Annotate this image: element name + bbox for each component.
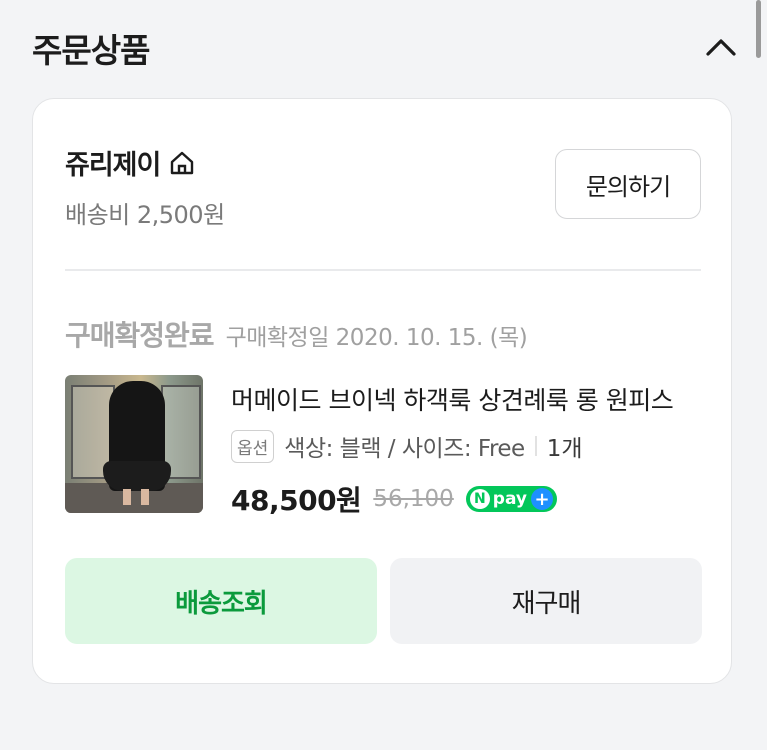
order-status-row: 구매확정완료 구매확정일 2020. 10. 15. (목) bbox=[65, 314, 528, 354]
collapse-button[interactable] bbox=[700, 30, 742, 68]
product-name[interactable]: 머메이드 브이넥 하객룩 상견례룩 롱 원피스 bbox=[231, 381, 701, 417]
chevron-up-icon bbox=[705, 37, 737, 61]
home-icon[interactable] bbox=[168, 149, 196, 177]
npay-label: pay bbox=[492, 489, 527, 509]
option-badge: 옵션 bbox=[231, 429, 275, 463]
npay-n-icon: N bbox=[469, 489, 490, 509]
order-status: 구매확정완료 bbox=[65, 319, 215, 352]
seller-name[interactable]: 쥬리제이 bbox=[65, 143, 161, 182]
product-thumbnail[interactable] bbox=[65, 375, 203, 513]
price: 48,500원 bbox=[231, 484, 362, 517]
plus-icon: + bbox=[531, 488, 553, 510]
divider bbox=[65, 269, 701, 271]
original-price: 56,100 bbox=[373, 486, 454, 512]
quantity: 1개 bbox=[546, 436, 583, 462]
confirm-date: 구매확정일 2020. 10. 15. (목) bbox=[225, 325, 528, 351]
price-row: 48,500원 56,100 N pay + bbox=[231, 479, 557, 519]
option-row: 옵션 색상: 블랙 / 사이즈: Free 1개 bbox=[231, 429, 583, 463]
npay-plus-badge: N pay + bbox=[465, 486, 557, 512]
shipping-fee: 배송비 2,500원 bbox=[65, 201, 225, 229]
rebuy-button[interactable]: 재구매 bbox=[390, 558, 702, 644]
option-text: 색상: 블랙 / 사이즈: Free bbox=[284, 436, 525, 462]
separator bbox=[534, 436, 537, 456]
order-card: 쥬리제이 배송비 2,500원 문의하기 구매확정완료 구매확정일 2020. … bbox=[32, 98, 732, 684]
scrollbar[interactable] bbox=[756, 0, 761, 58]
seller-row: 쥬리제이 bbox=[65, 143, 196, 182]
track-delivery-button[interactable]: 배송조회 bbox=[65, 558, 377, 644]
section-title: 주문상품 bbox=[32, 31, 150, 70]
inquiry-button[interactable]: 문의하기 bbox=[555, 149, 701, 219]
